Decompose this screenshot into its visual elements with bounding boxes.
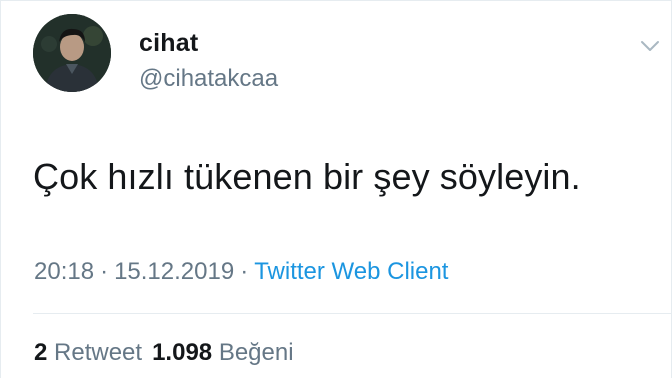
likes-label: Beğeni <box>218 339 294 366</box>
divider <box>33 313 672 314</box>
likes-stat[interactable]: 1.098 Beğeni <box>152 339 293 366</box>
chevron-down-icon[interactable] <box>639 37 661 55</box>
tweet-stats: 2 Retweet 1.098 Beğeni <box>34 339 294 367</box>
meta-separator: · <box>100 258 109 285</box>
meta-separator: · <box>240 258 249 285</box>
tweet-text: Çok hızlı tükenen bir şey söyleyin. <box>33 156 581 197</box>
tweet-meta: 20:18 · 15.12.2019 · Twitter Web Client <box>34 258 448 286</box>
tweet-source-link[interactable]: Twitter Web Client <box>254 258 448 285</box>
retweets-count: 2 <box>34 339 48 366</box>
likes-count: 1.098 <box>152 339 213 366</box>
tweet-date[interactable]: 15.12.2019 <box>114 258 234 285</box>
username-handle[interactable]: @cihatakcaa <box>139 65 278 93</box>
retweets-label: Retweet <box>54 339 143 366</box>
tweet-card: cihat @cihatakcaa Çok hızlı tükenen bir … <box>0 0 672 378</box>
retweets-stat[interactable]: 2 Retweet <box>34 339 142 366</box>
tweet-time[interactable]: 20:18 <box>34 258 94 285</box>
avatar[interactable] <box>33 14 111 92</box>
profile-photo-icon <box>33 14 111 92</box>
display-name[interactable]: cihat <box>139 29 198 58</box>
